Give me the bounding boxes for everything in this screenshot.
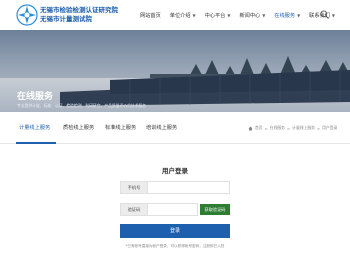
tab-standards-service[interactable]: 标准线上服务 [105,124,136,131]
tab-training-service[interactable]: 培训线上服务 [146,124,177,131]
breadcrumb-home[interactable]: 首页 [255,125,263,131]
logo-text[interactable]: 无锡市检验检测认证研究院 无锡市计量测试院 [40,6,118,24]
nav-item-label: 单位介绍 [169,12,191,19]
search-icon[interactable] [320,10,329,19]
chevron-down-icon: ▼ [192,12,196,18]
phone-label: 手机号 [121,182,148,193]
breadcrumb-separator: > [286,125,291,131]
code-label: 验证码 [121,204,148,215]
breadcrumb-metrology-service[interactable]: 计量线上服务 [292,125,315,131]
login-title: 用户登录 [162,167,188,175]
nav-item-home[interactable]: 网站首页 [140,12,161,19]
home-icon[interactable] [248,126,253,131]
tab-metrology-service[interactable]: 计量线上服务 [19,124,50,131]
nav-item-label: 新闻中心 [239,12,261,19]
breadcrumb-separator: > [264,125,268,131]
chevron-down-icon: ▼ [331,12,335,18]
nav-item-online-service[interactable]: 在线服务 ▼ [274,12,300,19]
nav-item-center[interactable]: 中心平台 ▼ [205,12,231,19]
breadcrumb: 首页 > 在线服务 > 计量线上服务 > 用户登录 [248,125,337,131]
main-nav: 网站首页 单位介绍 ▼ 中心平台 ▼ 新闻中心 ▼ 在线服务 ▼ 联系我们 ▼ [140,0,344,30]
logo-line-2: 无锡市计量测试院 [40,15,92,23]
nav-item-about[interactable]: 单位介绍 ▼ [170,12,196,19]
breadcrumb-online-service[interactable]: 在线服务 [270,125,285,131]
logo-line-1: 无锡市检验检测认证研究院 [40,6,118,14]
nav-item-label: 在线服务 [274,12,296,19]
phone-input[interactable] [149,182,229,193]
chevron-down-icon: ▼ [227,12,231,18]
site-header: 无锡市检验检测认证研究院 无锡市计量测试院 网站首页 单位介绍 ▼ 中心平台 ▼… [0,0,350,30]
banner-subtitle: 专业提供计量、标准、认证、检验检测、科研研究、产品质量评价的技术服务 [17,103,147,108]
breadcrumb-current: 用户登录 [322,125,338,130]
chevron-down-icon: ▼ [262,12,266,18]
nav-item-label: 网站首页 [140,12,161,19]
phone-row: 手机号 [120,181,230,194]
breadcrumb-separator: > [316,125,321,131]
chevron-down-icon: ▼ [297,12,301,18]
tab-quality-inspection-service[interactable]: 质检线上服务 [63,124,94,131]
verification-code-input[interactable] [149,204,197,215]
nav-item-news[interactable]: 新闻中心 ▼ [239,12,265,19]
active-tab-indicator [16,142,56,144]
get-code-button[interactable]: 获取验证码 [200,204,230,215]
institute-logo-icon[interactable] [16,4,38,26]
login-button[interactable]: 登录 [120,224,230,238]
service-tabs: 计量线上服务 质检线上服务 标准线上服务 培训线上服务 首页 > 在线服务 > … [0,112,350,144]
login-hint: *已有帐号直接为帐户登录，可以获得帐号密码，注册即已入驻 [125,244,225,248]
nav-item-label: 中心平台 [204,12,226,19]
code-row: 验证码 [120,203,198,216]
banner-title: 在线服务 [17,92,54,102]
banner: 在线服务 专业提供计量、标准、认证、检验检测、科研研究、产品质量评价的技术服务 [0,30,350,112]
